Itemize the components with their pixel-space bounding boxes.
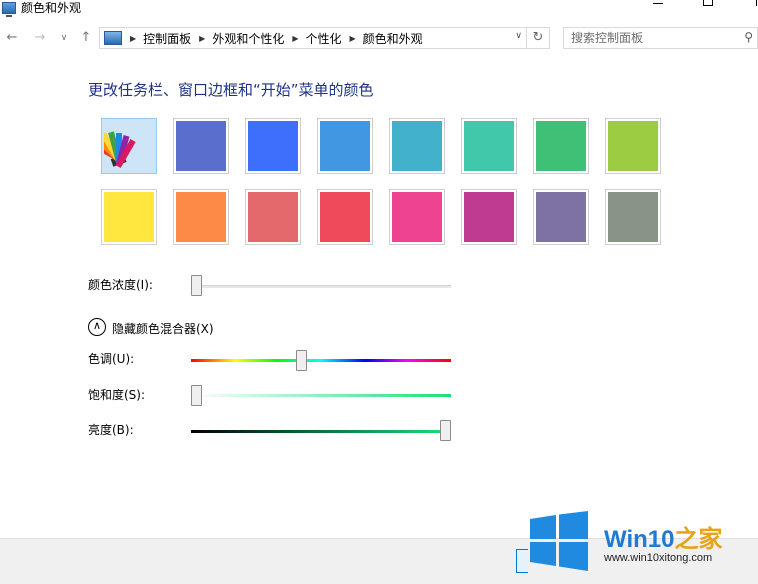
breadcrumb-control-panel[interactable]: 控制面板: [143, 30, 191, 47]
color-swatch-green[interactable]: [533, 118, 589, 174]
color-swatch-lime[interactable]: [605, 118, 661, 174]
brightness-slider-thumb[interactable]: [440, 420, 451, 441]
minimize-icon: [653, 2, 663, 4]
close-button[interactable]: [738, 0, 758, 10]
color-swatch-pink[interactable]: [389, 189, 445, 245]
saturation-slider-thumb[interactable]: [191, 385, 202, 406]
saturation-slider-track[interactable]: [191, 394, 451, 397]
minimize-button[interactable]: [640, 0, 676, 10]
color-swatch-gray[interactable]: [605, 189, 661, 245]
chevron-right-icon[interactable]: ▶: [130, 34, 136, 43]
breadcrumb-personalization[interactable]: 个性化: [306, 30, 342, 47]
refresh-button[interactable]: ↻: [527, 27, 550, 49]
up-button[interactable]: ↑: [78, 30, 94, 46]
maximize-button[interactable]: [690, 0, 726, 10]
color-swatch-orange[interactable]: [173, 189, 229, 245]
color-swatch-salmon[interactable]: [245, 189, 301, 245]
hue-slider-track[interactable]: [191, 359, 451, 362]
breadcrumb-appearance[interactable]: 外观和个性化: [212, 30, 284, 47]
maximize-icon: [703, 0, 713, 6]
brightness-label: 亮度(B):: [88, 423, 134, 437]
color-swatch-teal[interactable]: [389, 118, 445, 174]
search-icon[interactable]: ⚲: [744, 30, 753, 44]
back-button[interactable]: ←: [4, 30, 20, 46]
address-bar[interactable]: ▶ 控制面板 ▶ 外观和个性化 ▶ 个性化 ▶ 颜色和外观 ∨: [99, 27, 527, 49]
color-swatch-purple-gray[interactable]: [533, 189, 589, 245]
control-panel-monitor-icon: [2, 2, 16, 17]
intensity-slider-thumb[interactable]: [191, 275, 202, 296]
color-swatch-blue[interactable]: [245, 118, 301, 174]
close-icon: [755, 0, 757, 6]
color-swatch-magenta[interactable]: [461, 189, 517, 245]
color-swatch-red[interactable]: [317, 189, 373, 245]
collapse-chevron-icon[interactable]: ∧: [88, 318, 106, 336]
hue-label: 色调(U):: [88, 352, 135, 366]
brightness-slider-track[interactable]: [191, 430, 451, 433]
color-swatch-sky-blue[interactable]: [317, 118, 373, 174]
forward-button[interactable]: →: [32, 30, 48, 46]
intensity-slider-track[interactable]: [191, 285, 451, 288]
window-title: 颜色和外观: [21, 1, 82, 15]
recent-locations-button[interactable]: ∨: [56, 30, 72, 46]
watermark: Win10之家 www.win10xitong.com: [520, 505, 758, 584]
watermark-brand: Win10之家: [604, 526, 723, 553]
breadcrumb-color-appearance[interactable]: 颜色和外观: [363, 30, 423, 47]
color-swatch-aqua[interactable]: [461, 118, 517, 174]
windows-logo-icon: [530, 511, 588, 571]
search-box[interactable]: ⚲: [563, 27, 758, 49]
chevron-right-icon[interactable]: ▶: [199, 34, 205, 43]
chevron-right-icon[interactable]: ▶: [350, 34, 356, 43]
chevron-down-icon[interactable]: ∨: [515, 31, 522, 41]
color-swatch-slate-blue[interactable]: [173, 118, 229, 174]
palette-fan-icon: [88, 121, 154, 171]
intensity-label: 颜色浓度(I):: [88, 278, 153, 292]
hue-slider-thumb[interactable]: [295, 350, 307, 371]
mixer-toggle-label[interactable]: 隐藏颜色混合器(X): [112, 320, 214, 337]
title-bar: 颜色和外观: [0, 0, 758, 20]
search-input[interactable]: [571, 28, 731, 48]
color-swatch-automatic[interactable]: [88, 118, 157, 174]
page-title: 更改任务栏、窗口边框和“开始”菜单的颜色: [88, 81, 374, 99]
color-swatch-yellow[interactable]: [101, 189, 157, 245]
monitor-icon: [104, 31, 122, 45]
chevron-right-icon[interactable]: ▶: [292, 34, 298, 43]
saturation-label: 饱和度(S):: [88, 388, 146, 402]
watermark-url: www.win10xitong.com: [604, 552, 713, 564]
navigation-bar: ← → ∨ ↑ ▶ 控制面板 ▶ 外观和个性化 ▶ 个性化 ▶ 颜色和外观 ∨ …: [0, 26, 758, 52]
